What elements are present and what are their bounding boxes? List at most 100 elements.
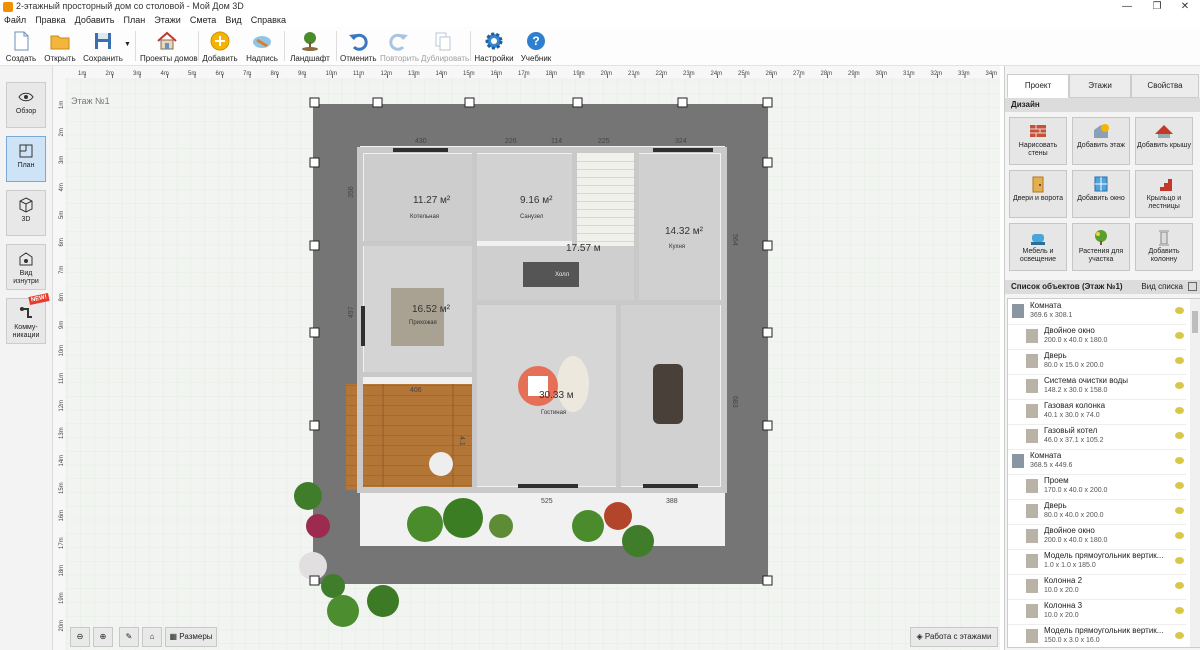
object-list-item[interactable]: Колонна 3 10.0 x 20.0 — [1008, 599, 1186, 625]
object-list-item[interactable]: Модель прямоугольник вертик... 150.0 x 3.… — [1008, 624, 1186, 647]
object-list-item[interactable]: Двойное окно 200.0 x 40.0 x 180.0 — [1008, 324, 1186, 350]
staircase[interactable] — [577, 154, 634, 249]
menu-edit[interactable]: Правка — [35, 14, 65, 27]
object-list-item[interactable]: Комната 368.5 x 449.6 — [1008, 449, 1186, 475]
tutorial-button[interactable]: ? Учебник — [518, 27, 554, 65]
menu-file[interactable]: Файл — [4, 14, 26, 27]
object-list-scrollbar[interactable] — [1190, 299, 1200, 647]
house-projects-button[interactable]: Проекты домов — [140, 27, 198, 65]
menu-floors[interactable]: Этажи — [154, 14, 181, 27]
visibility-eye-icon[interactable] — [1175, 632, 1184, 639]
room-name-label: Кухня — [669, 244, 685, 250]
plan-drawing[interactable]: 1m 2m 3m 4m 5m 6m 7m 8m 9m 10m 11m 12m 13m 14m 15m 16m 1… — [53, 66, 1000, 650]
visibility-eye-icon[interactable] — [1175, 432, 1184, 439]
hall-rug[interactable] — [523, 262, 579, 287]
open-button[interactable]: Открыть — [42, 27, 78, 65]
floppy-icon — [95, 33, 111, 49]
deck-table[interactable] — [429, 452, 453, 476]
menu-view[interactable]: Вид — [225, 14, 241, 27]
object-list-item[interactable]: Система очистки воды 148.2 x 30.0 x 158.0 — [1008, 374, 1186, 400]
entrance-rug[interactable] — [391, 288, 444, 346]
settings-button[interactable]: Настройки — [474, 27, 514, 65]
menu-plan[interactable]: План — [124, 14, 146, 27]
communications-button[interactable]: NEW! Комму-никации — [6, 293, 50, 344]
design-button-brick-wall[interactable]: Нарисовать стены — [1009, 117, 1067, 165]
design-button-plants[interactable]: Растения для участка — [1072, 223, 1130, 271]
object-list-item[interactable]: Газовый котел 46.0 x 37.1 x 105.2 — [1008, 424, 1186, 450]
design-button-add-floor[interactable]: Добавить этаж — [1072, 117, 1130, 165]
ruler-tick-label: 19m — [59, 592, 65, 604]
tab-floors[interactable]: Этажи — [1069, 74, 1131, 98]
visibility-eye-icon[interactable] — [1175, 382, 1184, 389]
object-list-item[interactable]: Газовая колонка 40.1 x 30.0 x 74.0 — [1008, 399, 1186, 425]
landscape-button[interactable]: Ландшафт — [288, 27, 332, 65]
tab-project[interactable]: Проект — [1007, 74, 1069, 98]
list-view-toggle[interactable]: Вид списка — [1141, 280, 1183, 294]
ruler-button[interactable]: ✎ — [119, 627, 139, 647]
object-list-item[interactable]: Дверь 80.0 x 40.0 x 200.0 — [1008, 499, 1186, 525]
sofa[interactable] — [557, 356, 589, 412]
save-dropdown-arrow[interactable]: ▼ — [123, 27, 131, 65]
visibility-eye-icon[interactable] — [1175, 407, 1184, 414]
save-button[interactable]: Сохранить — [82, 27, 124, 65]
design-button-stairs[interactable]: Крыльцо и лестницы — [1135, 170, 1193, 218]
ruler-tick-label: 8m — [59, 293, 65, 301]
visibility-eye-icon[interactable] — [1175, 582, 1184, 589]
label-button[interactable]: Надпись — [244, 27, 280, 65]
design-button-door[interactable]: Двери и ворота — [1009, 170, 1067, 218]
floors-work-button[interactable]: ◈ Работа с этажами — [910, 627, 998, 647]
plan-icon — [19, 144, 33, 158]
inside-view-button[interactable]: Вид изнутри — [6, 244, 46, 290]
ruler-tick-label: 19m — [573, 71, 585, 77]
create-button[interactable]: Создать — [4, 27, 38, 65]
visibility-eye-icon[interactable] — [1175, 357, 1184, 364]
design-button-armchair[interactable]: Мебель и освещение — [1009, 223, 1067, 271]
object-list-item[interactable]: Проем 170.0 x 40.0 x 200.0 — [1008, 474, 1186, 500]
floor-plan-canvas[interactable]: 1m 2m 3m 4m 5m 6m 7m 8m 9m 10m 11m 12m 13m 14m 15m 16m 1… — [53, 66, 1000, 650]
menu-help[interactable]: Справка — [251, 14, 286, 27]
visibility-eye-icon[interactable] — [1175, 607, 1184, 614]
tab-properties[interactable]: Свойства — [1131, 74, 1199, 98]
ruler-tick-label: 17m — [59, 537, 65, 549]
dining-table[interactable] — [653, 364, 683, 424]
design-button-roof[interactable]: Добавить крышу — [1135, 117, 1193, 165]
overview-button[interactable]: Обзор — [6, 82, 46, 128]
object-list-item[interactable]: Модель прямоугольник вертик... 1.0 x 1.0 … — [1008, 549, 1186, 575]
plants-icon — [1095, 230, 1107, 245]
duplicate-button[interactable]: Дублировать — [421, 27, 469, 65]
visibility-eye-icon[interactable] — [1175, 457, 1184, 464]
minimize-button[interactable]: — — [1112, 0, 1142, 14]
design-button-window[interactable]: Добавить окно — [1072, 170, 1130, 218]
undo-button[interactable]: Отменить — [340, 27, 377, 65]
dimensions-button[interactable]: ▦ Размеры — [165, 627, 217, 647]
add-button[interactable]: Добавить — [202, 27, 238, 65]
object-list-item[interactable]: Комната 369.6 x 308.1 — [1008, 299, 1186, 325]
visibility-eye-icon[interactable] — [1175, 557, 1184, 564]
room-name-label: Гостиная — [541, 410, 566, 416]
dimension-label: 225 — [598, 138, 610, 145]
undo-icon — [349, 33, 368, 51]
wooden-deck[interactable] — [346, 384, 473, 490]
svg-text:?: ? — [532, 34, 539, 48]
plan-button[interactable]: План — [6, 136, 46, 182]
close-button[interactable]: ✕ — [1170, 0, 1200, 14]
list-view-icon[interactable] — [1188, 282, 1197, 291]
object-list-item[interactable]: Дверь 80.0 x 15.0 x 200.0 — [1008, 349, 1186, 375]
maximize-button[interactable]: ❐ — [1142, 0, 1172, 14]
zoom-in-button[interactable]: ⊕ — [93, 627, 113, 647]
visibility-eye-icon[interactable] — [1175, 332, 1184, 339]
visibility-eye-icon[interactable] — [1175, 482, 1184, 489]
design-button-column[interactable]: Добавить колонну — [1135, 223, 1193, 271]
visibility-eye-icon[interactable] — [1175, 307, 1184, 314]
brick-wall-icon — [1030, 125, 1046, 137]
home-button[interactable]: ⌂ — [142, 627, 162, 647]
menu-estimate[interactable]: Смета — [190, 14, 216, 27]
object-list-item[interactable]: Двойное окно 200.0 x 40.0 x 180.0 — [1008, 524, 1186, 550]
visibility-eye-icon[interactable] — [1175, 507, 1184, 514]
menu-add[interactable]: Добавить — [75, 14, 115, 27]
object-list-item[interactable]: Колонна 2 10.0 x 20.0 — [1008, 574, 1186, 600]
visibility-eye-icon[interactable] — [1175, 532, 1184, 539]
redo-button[interactable]: Повторить — [380, 27, 419, 65]
zoom-out-button[interactable]: ⊖ — [70, 627, 90, 647]
view3d-button[interactable]: 3D — [6, 190, 46, 236]
